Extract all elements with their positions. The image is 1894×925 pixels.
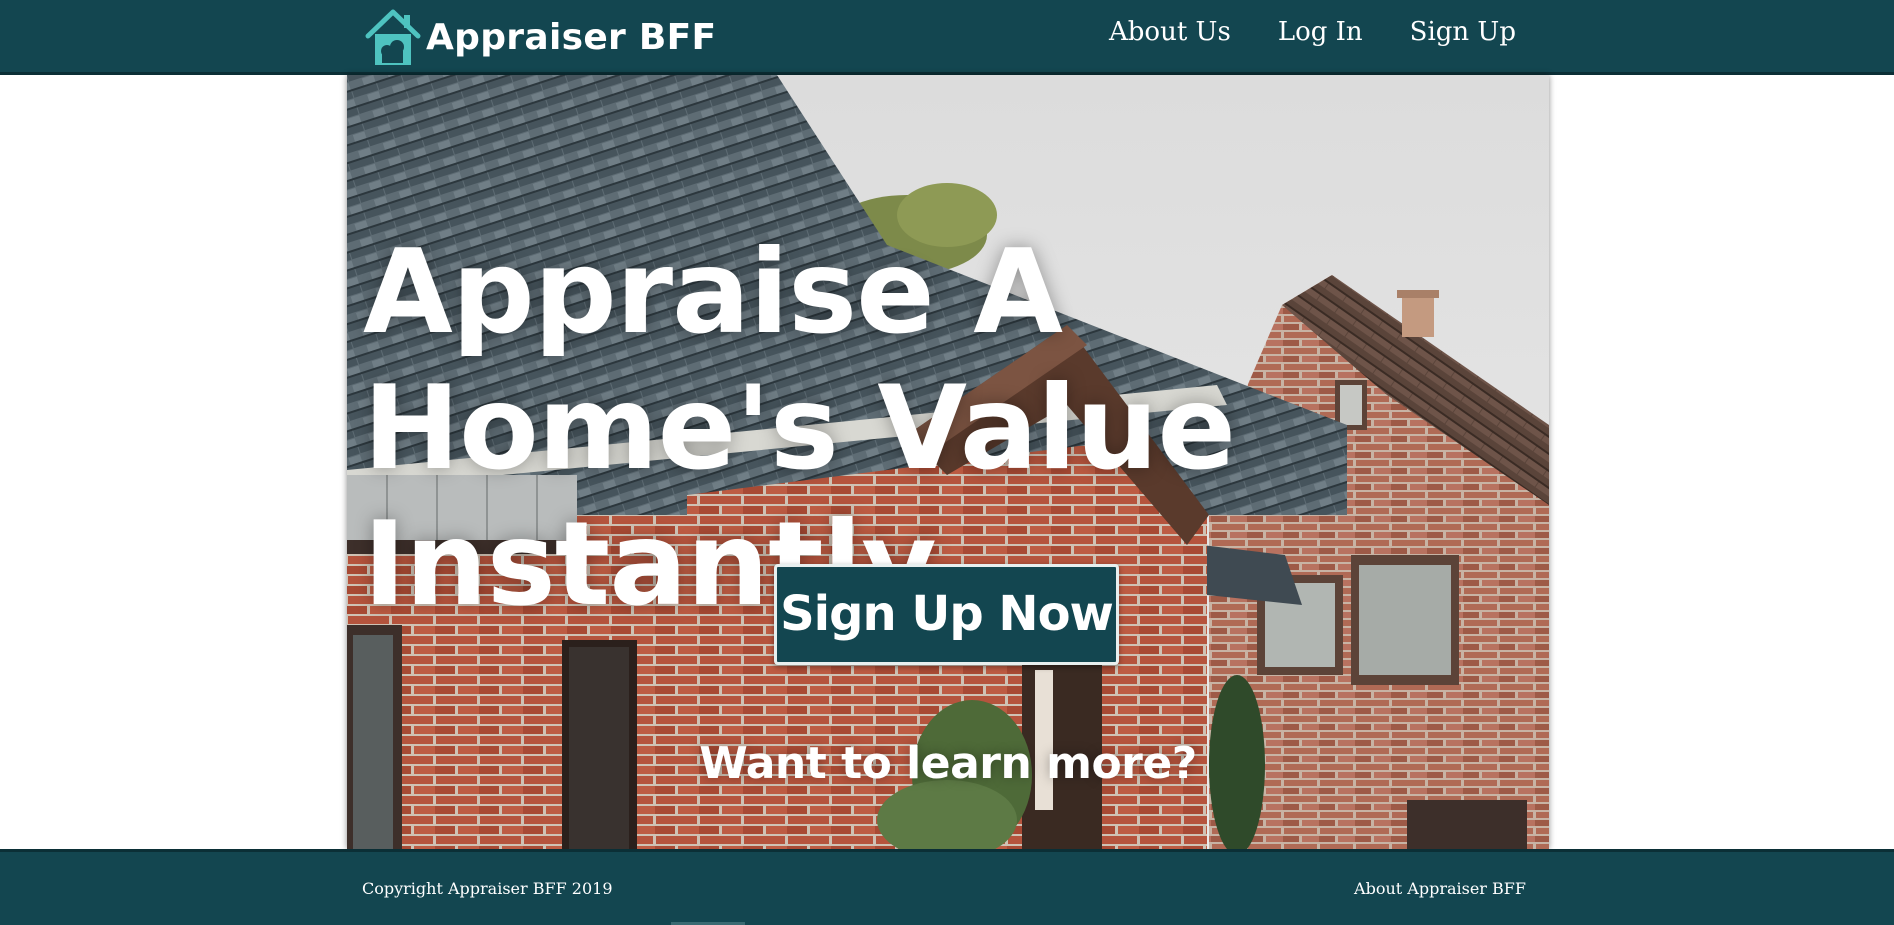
footer-copyright: Copyright Appraiser BFF 2019 (362, 879, 613, 898)
nav-sign-up-link[interactable]: Sign Up (1410, 17, 1516, 47)
brand-name: Appraiser BFF (426, 16, 717, 58)
nav-about-us-link[interactable]: About Us (1109, 17, 1231, 47)
nav-links: About Us Log In Sign Up (1109, 17, 1516, 47)
brand-link[interactable]: Appraiser BFF (362, 7, 716, 67)
learn-more-link[interactable]: Want to learn more? (347, 738, 1549, 789)
page-footer: Copyright Appraiser BFF 2019 About Appra… (0, 849, 1894, 925)
top-navbar: Appraiser BFF About Us Log In Sign Up (0, 0, 1894, 75)
sign-up-now-button[interactable]: Sign Up Now (774, 564, 1119, 665)
hero-section: Appraise A Home's Value Instantly Sign U… (347, 75, 1549, 849)
footer-about-link[interactable]: About Appraiser BFF (1354, 879, 1526, 898)
nav-log-in-link[interactable]: Log In (1278, 17, 1363, 47)
house-logo-icon (365, 9, 421, 65)
